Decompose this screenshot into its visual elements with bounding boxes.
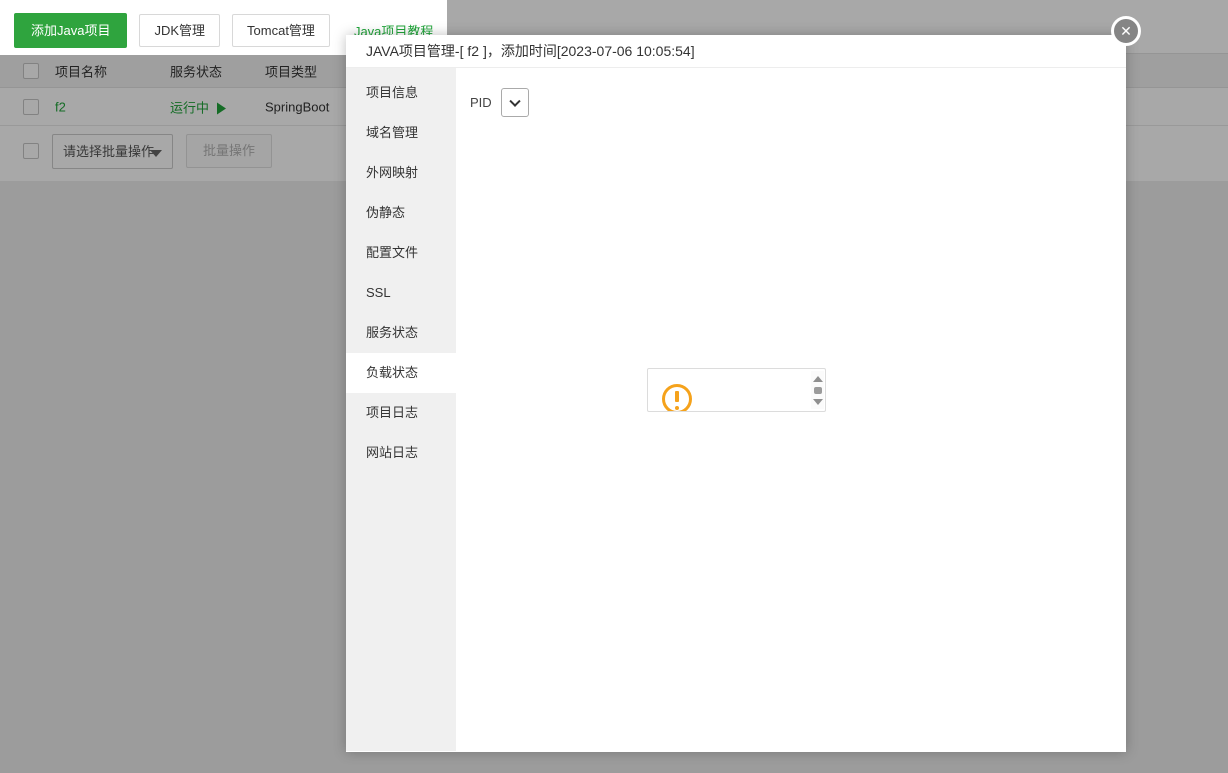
scroll-up-icon[interactable]: [812, 375, 823, 382]
tab-project-info[interactable]: 项目信息: [346, 73, 456, 113]
tab-rewrite[interactable]: 伪静态: [346, 193, 456, 233]
loading-message-box: [647, 368, 826, 412]
close-icon: ✕: [1120, 23, 1132, 39]
pid-select[interactable]: [500, 88, 529, 117]
close-button[interactable]: ✕: [1111, 16, 1141, 46]
tab-external-mapping[interactable]: 外网映射: [346, 153, 456, 193]
chevron-down-icon: [509, 95, 521, 107]
tab-site-log[interactable]: 网站日志: [346, 433, 456, 473]
load-status-panel: PID: [456, 68, 1126, 751]
tab-domain-manage[interactable]: 域名管理: [346, 113, 456, 153]
modal-body: 项目信息 域名管理 外网映射 伪静态 配置文件 SSL 服务状态 负载状态 项目…: [346, 68, 1126, 751]
pid-row: PID: [470, 88, 529, 117]
warning-icon: [662, 384, 692, 411]
tab-service-status[interactable]: 服务状态: [346, 313, 456, 353]
scroll-thumb[interactable]: [813, 386, 822, 394]
modal-sidebar: 项目信息 域名管理 外网映射 伪静态 配置文件 SSL 服务状态 负载状态 项目…: [346, 68, 456, 751]
pid-label: PID: [470, 95, 492, 110]
modal-title: JAVA项目管理-[ f2 ]，添加时间[2023-07-06 10:05:54…: [346, 35, 1126, 68]
tab-config-file[interactable]: 配置文件: [346, 233, 456, 273]
tomcat-manage-button[interactable]: Tomcat管理: [232, 14, 330, 47]
tab-ssl[interactable]: SSL: [346, 273, 456, 313]
tab-load-status[interactable]: 负载状态: [346, 353, 456, 393]
java-project-manager-dialog: ✕ JAVA项目管理-[ f2 ]，添加时间[2023-07-06 10:05:…: [346, 16, 1141, 752]
tab-project-log[interactable]: 项目日志: [346, 393, 456, 433]
scroll-down-icon[interactable]: [812, 398, 823, 405]
jdk-manage-button[interactable]: JDK管理: [139, 14, 221, 47]
mini-scrollbar[interactable]: [811, 371, 824, 409]
add-java-project-button[interactable]: 添加Java项目: [14, 13, 128, 48]
